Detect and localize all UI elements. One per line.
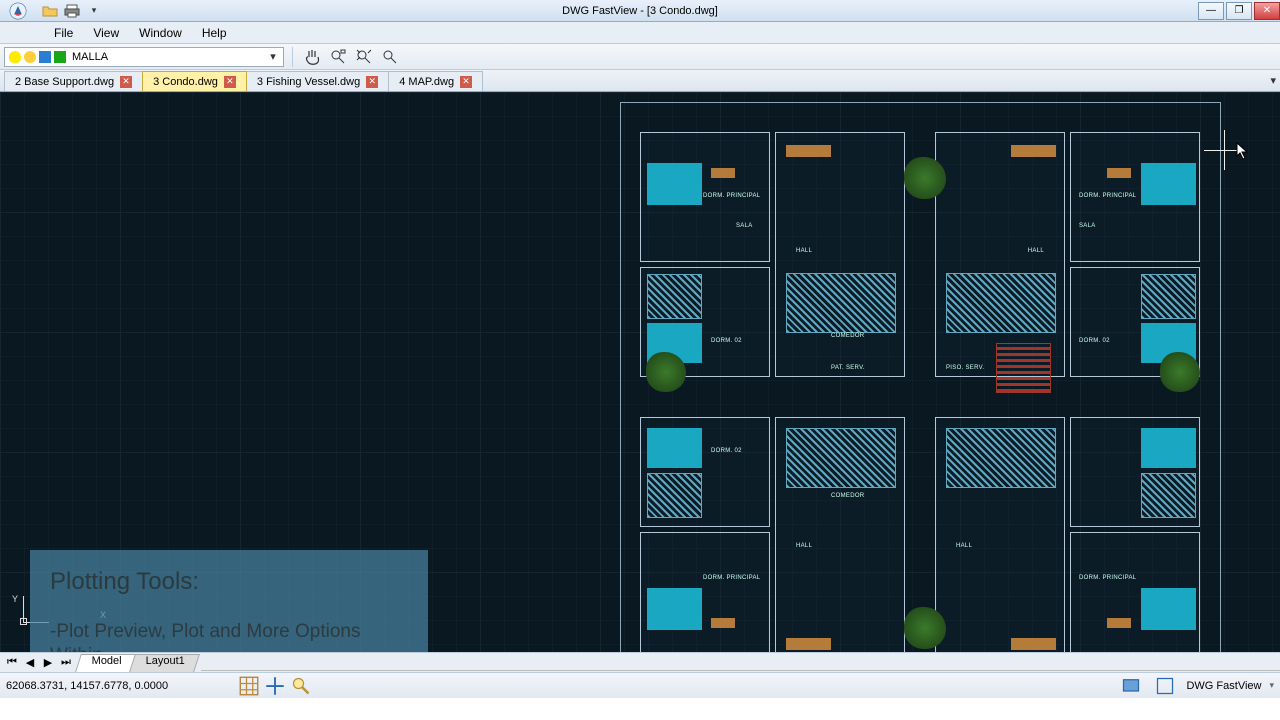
layout-tabs-row: ⏮ ◀ ▶ ⏭ Model Layout1 [0, 652, 1280, 672]
layer-color-swatch [54, 51, 66, 63]
layer-freeze-icon [24, 51, 36, 63]
qat-dropdown-icon[interactable]: ▾ [86, 3, 102, 19]
paper-space-icon[interactable] [1154, 676, 1176, 696]
menu-view[interactable]: View [83, 24, 129, 42]
grid-toggle-button[interactable] [238, 676, 260, 696]
dropdown-arrow-icon: ▾ [265, 50, 281, 63]
layer-name: MALLA [72, 51, 108, 63]
menu-file[interactable]: File [44, 24, 83, 42]
layer-lock-icon [39, 51, 51, 63]
close-icon[interactable]: ✕ [366, 76, 378, 88]
tab-first-icon[interactable]: ⏮ [4, 655, 20, 671]
layer-on-icon [9, 51, 21, 63]
coordinates-readout: 62068.3731, 14157.6778, 0.0000 [6, 680, 236, 692]
app-icon [4, 1, 32, 21]
status-bar: 62068.3731, 14157.6778, 0.0000 DWG FastV… [0, 672, 1280, 698]
zoom-button[interactable] [379, 47, 401, 67]
quick-access-toolbar: ▾ [36, 3, 108, 19]
model-space-icon[interactable] [1120, 676, 1142, 696]
chevron-down-icon[interactable]: ▾ [1269, 680, 1274, 691]
layout-tab-model[interactable]: Model [75, 654, 137, 672]
doc-tab[interactable]: 3 Fishing Vessel.dwg✕ [246, 71, 389, 91]
layer-dropdown[interactable]: MALLA ▾ [4, 47, 284, 67]
close-icon[interactable]: ✕ [460, 76, 472, 88]
menu-help[interactable]: Help [192, 24, 237, 42]
tabs-overflow-icon[interactable]: ▾ [1270, 74, 1276, 87]
floorplan: DORM. PRINCIPAL SALA DORM. 02 HALL COMED… [620, 102, 1240, 652]
mdi-minimize-button[interactable]: — [1198, 2, 1224, 20]
caption-overlay: Plotting Tools: -Plot Preview, Plot and … [30, 550, 428, 652]
close-icon[interactable]: ✕ [120, 76, 132, 88]
window-title: DWG FastView - [3 Condo.dwg] [562, 5, 718, 17]
doc-tab-active[interactable]: 3 Condo.dwg✕ [142, 71, 247, 91]
menu-bar: File View Window Help [0, 22, 1280, 44]
separator [292, 47, 293, 67]
print-icon[interactable] [64, 3, 80, 19]
window-controls: — ❐ ✕ [1196, 2, 1280, 20]
doc-tab[interactable]: 4 MAP.dwg✕ [388, 71, 483, 91]
caption-heading: Plotting Tools: [50, 568, 408, 596]
magnifier-button[interactable] [290, 676, 312, 696]
mdi-restore-button[interactable]: ❐ [1226, 2, 1252, 20]
tab-prev-icon[interactable]: ◀ [22, 655, 38, 671]
pan-button[interactable] [301, 47, 323, 67]
document-tabs: 2 Base Support.dwg✕ 3 Condo.dwg✕ 3 Fishi… [0, 70, 1280, 92]
drawing-canvas[interactable]: DORM. PRINCIPAL SALA DORM. 02 HALL COMED… [0, 92, 1280, 652]
tab-next-icon[interactable]: ▶ [40, 655, 56, 671]
product-label: DWG FastView [1186, 680, 1261, 692]
caption-body: -Plot Preview, Plot and More Options Wit… [50, 620, 408, 652]
snap-toggle-button[interactable] [264, 676, 286, 696]
window-titlebar: ▾ DWG FastView - [3 Condo.dwg] — ❐ ✕ [0, 0, 1280, 22]
zoom-window-button[interactable] [327, 47, 349, 67]
main-toolbar: MALLA ▾ [0, 44, 1280, 70]
zoom-extents-button[interactable] [353, 47, 375, 67]
close-icon[interactable]: ✕ [224, 76, 236, 88]
layout-tab-layout1[interactable]: Layout1 [129, 654, 200, 672]
doc-tab[interactable]: 2 Base Support.dwg✕ [4, 71, 143, 91]
tab-last-icon[interactable]: ⏭ [58, 655, 74, 671]
separator [201, 670, 1280, 671]
mdi-close-button[interactable]: ✕ [1254, 2, 1280, 20]
open-icon[interactable] [42, 3, 58, 19]
menu-window[interactable]: Window [129, 24, 192, 42]
cursor-pointer-icon [1236, 142, 1250, 160]
ucs-y-label: Y [12, 594, 18, 604]
